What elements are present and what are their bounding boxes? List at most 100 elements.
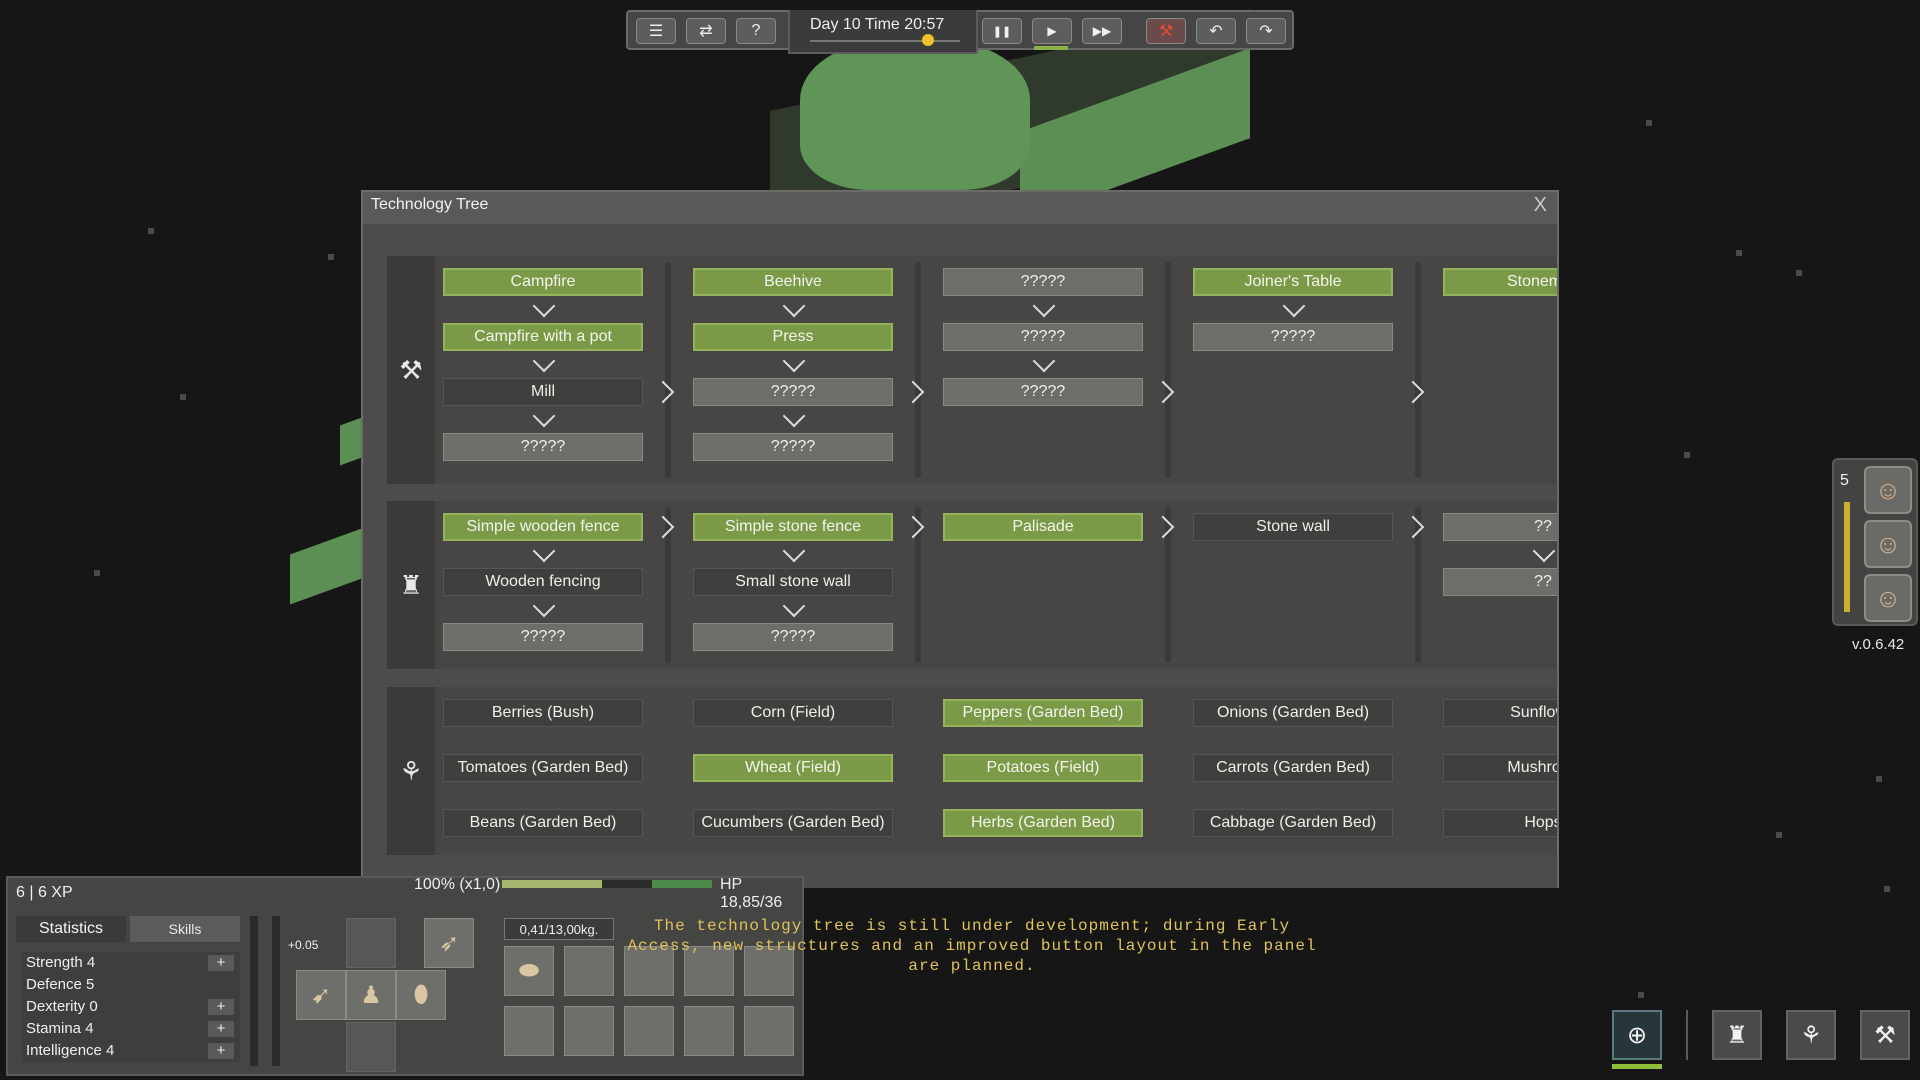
- tech-node[interactable]: Stone wall: [1193, 513, 1393, 541]
- shuffle-icon[interactable]: ⇄: [686, 18, 726, 44]
- play-icon[interactable]: ▶: [1032, 18, 1072, 44]
- weapon-slot[interactable]: ➹: [296, 970, 346, 1020]
- settler-portrait[interactable]: ☺: [1864, 520, 1912, 568]
- star: [94, 570, 100, 576]
- tech-node[interactable]: ?????: [943, 268, 1143, 296]
- tech-node[interactable]: ?????: [693, 623, 893, 651]
- shield-slot[interactable]: ⬮: [396, 970, 446, 1020]
- tech-node[interactable]: Cabbage (Garden Bed): [1193, 809, 1393, 837]
- tech-node[interactable]: Stonemas: [1443, 268, 1557, 296]
- defense-button[interactable]: ♜: [1712, 1010, 1762, 1060]
- demolish-glyph: ⚒: [1158, 23, 1174, 40]
- inventory-slot[interactable]: [684, 1006, 734, 1056]
- inventory-slot[interactable]: [564, 1006, 614, 1056]
- inventory-slot[interactable]: ⬬: [504, 946, 554, 996]
- tech-node[interactable]: Hops: [1443, 809, 1557, 837]
- settler-portrait[interactable]: ☺: [1864, 574, 1912, 622]
- tech-node[interactable]: ??: [1443, 513, 1557, 541]
- feet-slot[interactable]: [346, 1022, 396, 1072]
- tab-statistics[interactable]: Statistics: [16, 916, 126, 942]
- redo-glyph: ↷: [1259, 23, 1273, 40]
- star: [1796, 270, 1802, 276]
- tech-node[interactable]: ?????: [943, 378, 1143, 406]
- tree-canopy: [800, 40, 1030, 190]
- inventory-slot[interactable]: [624, 1006, 674, 1056]
- help-button[interactable]: ?: [736, 18, 776, 44]
- increment-label: +0.05: [288, 938, 319, 952]
- chevron-down-icon: [782, 539, 806, 563]
- star: [1876, 776, 1882, 782]
- chevron-down-icon: [782, 294, 806, 318]
- settler-face-icon: ☺: [1874, 474, 1902, 505]
- redo-icon[interactable]: ↷: [1246, 18, 1286, 44]
- tech-node[interactable]: Berries (Bush): [443, 699, 643, 727]
- tech-node[interactable]: Tomatoes (Garden Bed): [443, 754, 643, 782]
- tech-node[interactable]: Simple stone fence: [693, 513, 893, 541]
- body-slot[interactable]: ♟: [346, 970, 396, 1020]
- tech-node[interactable]: Palisade: [943, 513, 1143, 541]
- pause-icon[interactable]: ❚❚: [982, 18, 1022, 44]
- tech-node[interactable]: Peppers (Garden Bed): [943, 699, 1143, 727]
- settler-face-icon: ☺: [1874, 528, 1902, 559]
- tech-node[interactable]: ??: [1443, 568, 1557, 596]
- tech-node[interactable]: Corn (Field): [693, 699, 893, 727]
- settlers-panel: 5 ☺ ☺ ☺: [1832, 458, 1918, 626]
- tech-node[interactable]: ?????: [943, 323, 1143, 351]
- hammer-icon: ⚒: [387, 256, 435, 484]
- tech-node[interactable]: ?????: [443, 433, 643, 461]
- menu-icon[interactable]: ☰: [636, 18, 676, 44]
- tech-node[interactable]: Wheat (Field): [693, 754, 893, 782]
- tech-node[interactable]: Cucumbers (Garden Bed): [693, 809, 893, 837]
- head-slot[interactable]: [346, 918, 396, 968]
- stat-plus-button[interactable]: +: [208, 1043, 234, 1059]
- build-tree-button[interactable]: ⊕: [1612, 1010, 1662, 1060]
- accessory-slot[interactable]: ➶: [424, 918, 474, 968]
- inventory-slot[interactable]: [504, 1006, 554, 1056]
- weight-label: 0,41/13,00kg.: [504, 918, 614, 940]
- tech-node[interactable]: Press: [693, 323, 893, 351]
- fast-forward-icon[interactable]: ▶▶: [1082, 18, 1122, 44]
- tech-node[interactable]: Beehive: [693, 268, 893, 296]
- tech-node[interactable]: Mushroon: [1443, 754, 1557, 782]
- tech-tree-body[interactable]: ⚒ Campfire Campfire with a pot Mill????? Bee…: [363, 224, 1557, 888]
- tech-node[interactable]: Herbs (Garden Bed): [943, 809, 1143, 837]
- tech-node[interactable]: Potatoes (Field): [943, 754, 1143, 782]
- tree-plus-icon: ⊕: [1626, 1021, 1648, 1049]
- tech-node[interactable]: ?????: [1193, 323, 1393, 351]
- tech-node[interactable]: ?????: [693, 378, 893, 406]
- farming-button[interactable]: ⚘: [1786, 1010, 1836, 1060]
- stat-plus-button[interactable]: +: [208, 1021, 234, 1037]
- inventory-slot[interactable]: [564, 946, 614, 996]
- crafting-button[interactable]: ⚒: [1860, 1010, 1910, 1060]
- tech-node[interactable]: Wooden fencing: [443, 568, 643, 596]
- stat-plus-button[interactable]: +: [208, 955, 234, 971]
- tech-node[interactable]: Sunflowe: [1443, 699, 1557, 727]
- tech-node[interactable]: Campfire: [443, 268, 643, 296]
- demolish-icon[interactable]: ⚒: [1146, 18, 1186, 44]
- stat-list: Strength 4 + Defence 5 Dexterity 0 + Stamina …: [22, 952, 240, 1062]
- chevron-down-icon: [532, 404, 556, 428]
- tech-node[interactable]: Onions (Garden Bed): [1193, 699, 1393, 727]
- star: [1646, 120, 1652, 126]
- inventory-slot[interactable]: [744, 1006, 794, 1056]
- pause-glyph: ❚❚: [992, 25, 1012, 38]
- tab-skills[interactable]: Skills: [130, 916, 240, 942]
- active-speed-indicator: [1034, 46, 1068, 50]
- tech-node[interactable]: Joiner's Table: [1193, 268, 1393, 296]
- undo-icon[interactable]: ↶: [1196, 18, 1236, 44]
- tech-node[interactable]: Beans (Garden Bed): [443, 809, 643, 837]
- tech-node[interactable]: ?????: [693, 433, 893, 461]
- tech-node[interactable]: Small stone wall: [693, 568, 893, 596]
- close-icon[interactable]: X: [1534, 194, 1547, 217]
- tech-node[interactable]: Mill: [443, 378, 643, 406]
- settler-portrait[interactable]: ☺: [1864, 466, 1912, 514]
- star: [1884, 886, 1890, 892]
- tech-node[interactable]: ?????: [443, 623, 643, 651]
- stat-plus-button[interactable]: +: [208, 999, 234, 1015]
- tech-node[interactable]: Simple wooden fence: [443, 513, 643, 541]
- tech-node[interactable]: Carrots (Garden Bed): [1193, 754, 1393, 782]
- tech-node[interactable]: Campfire with a pot: [443, 323, 643, 351]
- column-separator: [1415, 262, 1421, 478]
- chevron-down-icon: [532, 349, 556, 373]
- divider: [1686, 1010, 1688, 1060]
